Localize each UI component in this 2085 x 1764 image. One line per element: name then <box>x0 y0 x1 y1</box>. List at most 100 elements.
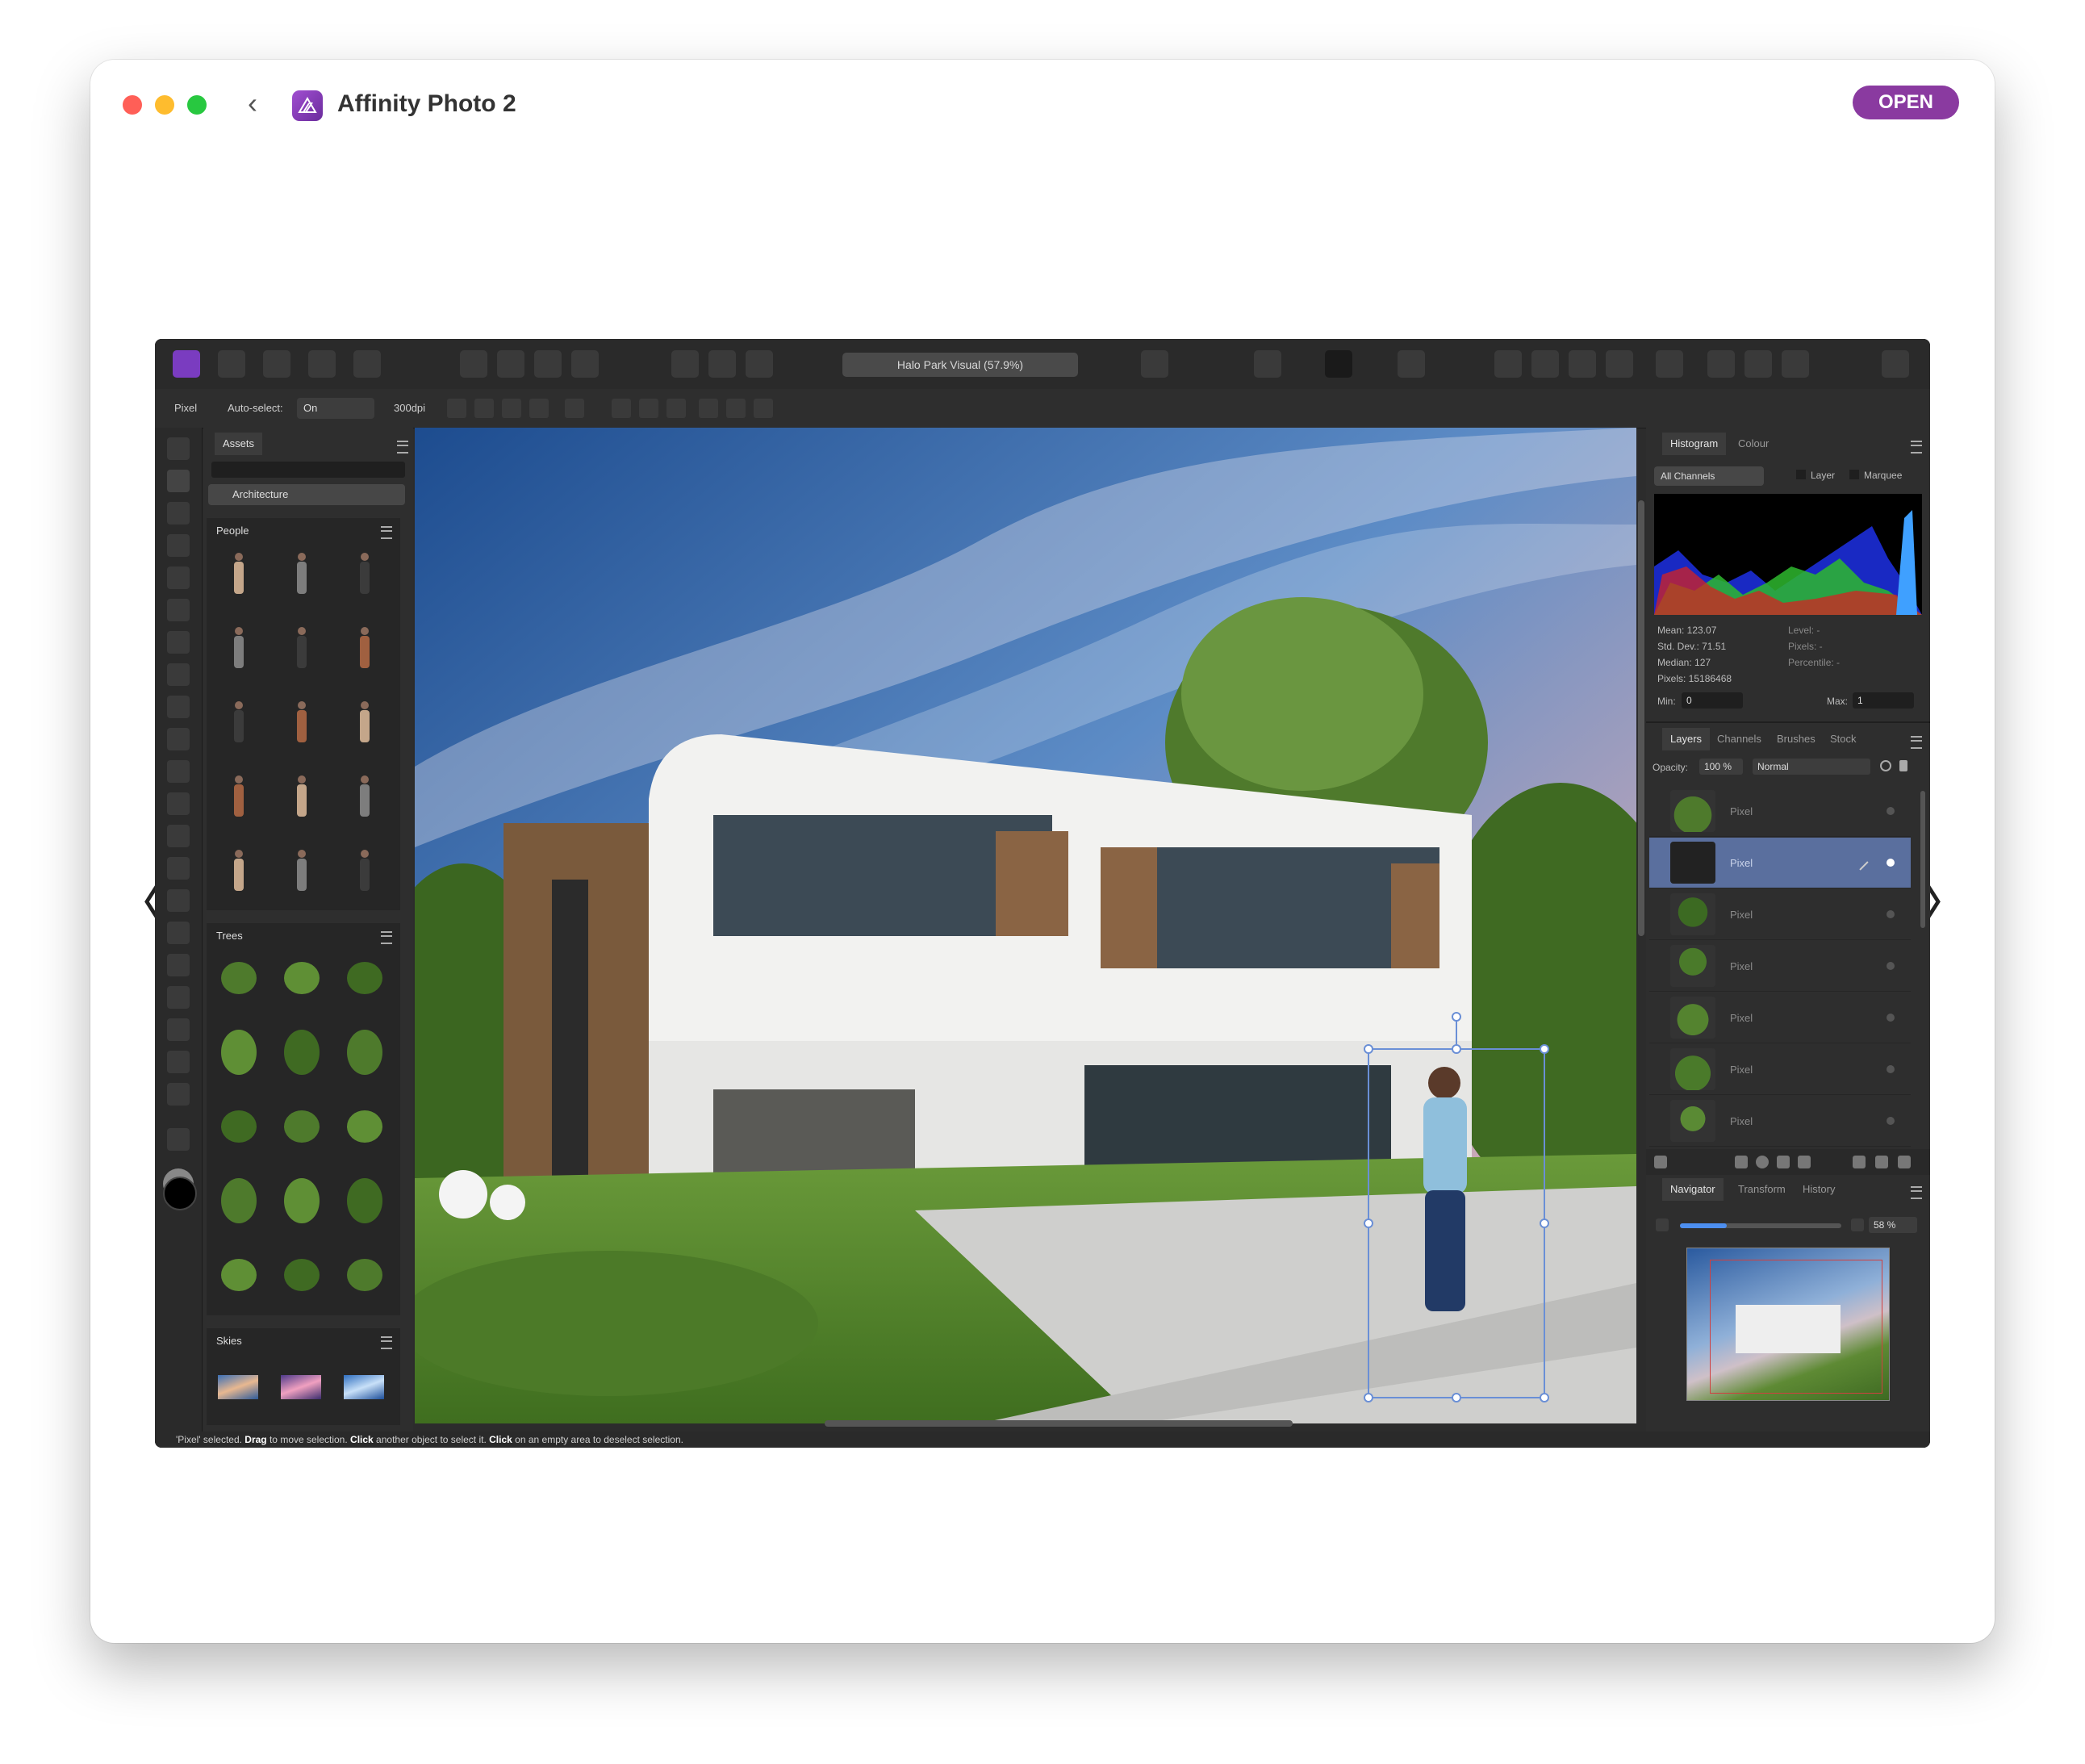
robot-assistant-icon[interactable] <box>1398 350 1425 378</box>
account-icon[interactable] <box>1882 350 1909 378</box>
canvas-vertical-scrollbar[interactable] <box>1638 500 1644 936</box>
arrange-back-icon[interactable] <box>1494 350 1522 378</box>
snap-to-pixel-icon[interactable] <box>565 399 584 418</box>
person-asset-thumbnail[interactable] <box>361 850 369 858</box>
develop-persona-icon[interactable] <box>263 350 290 378</box>
align-bottom-icon[interactable] <box>754 399 773 418</box>
arrange-front-icon[interactable] <box>1606 350 1633 378</box>
layer-settings-gear-icon[interactable] <box>1880 760 1891 771</box>
fx-icon[interactable] <box>1777 1156 1790 1168</box>
person-asset-thumbnail[interactable] <box>297 859 307 891</box>
align-top-icon[interactable] <box>699 399 718 418</box>
layers-menu-icon[interactable] <box>1911 736 1922 749</box>
people-menu-icon[interactable] <box>381 526 392 539</box>
assistant-icon[interactable] <box>1325 350 1352 378</box>
node-tool-icon[interactable] <box>167 986 190 1009</box>
trees-menu-icon[interactable] <box>381 931 392 944</box>
person-asset-thumbnail[interactable] <box>298 775 306 784</box>
document-canvas[interactable] <box>415 428 1636 1423</box>
align-icon[interactable] <box>1656 350 1683 378</box>
canvas-horizontal-scrollbar[interactable] <box>825 1420 1293 1427</box>
layers-scrollbar[interactable] <box>1920 791 1925 928</box>
tree-asset-thumbnail[interactable] <box>221 1178 257 1223</box>
pixel-tool-icon[interactable] <box>167 728 190 750</box>
layer-effects-icon[interactable] <box>1654 1156 1667 1168</box>
layer-visibility-icon[interactable] <box>1887 1117 1895 1125</box>
layer-row[interactable]: Pixel <box>1649 941 1911 992</box>
auto-contrast-icon[interactable] <box>497 350 524 378</box>
assets-search-input[interactable] <box>211 462 405 478</box>
person-asset-thumbnail[interactable] <box>234 859 244 891</box>
close-window-button[interactable] <box>123 95 142 115</box>
text-tool-icon[interactable] <box>167 1051 190 1073</box>
lock-icon[interactable] <box>1899 760 1907 771</box>
tone-mapping-persona-icon[interactable] <box>308 350 336 378</box>
flood-fill-tool-icon[interactable] <box>167 663 190 686</box>
open-button[interactable]: OPEN <box>1853 86 1959 119</box>
layer-visibility-icon[interactable] <box>1887 1065 1895 1073</box>
selection-brush-tool-icon[interactable] <box>167 566 190 589</box>
invert-selection-icon[interactable] <box>746 350 773 378</box>
boolean-add-icon[interactable] <box>1707 350 1735 378</box>
person-asset-thumbnail[interactable] <box>234 710 244 742</box>
sky-thumbnail[interactable] <box>218 1375 258 1399</box>
people-section-header[interactable]: People <box>216 525 249 537</box>
inpainting-tool-icon[interactable] <box>167 922 190 944</box>
colour-replacement-tool-icon[interactable] <box>167 760 190 783</box>
person-asset-thumbnail[interactable] <box>234 636 244 668</box>
layer-row[interactable]: Pixel <box>1649 1096 1911 1147</box>
tree-asset-thumbnail[interactable] <box>347 1110 382 1143</box>
person-asset-thumbnail[interactable] <box>361 627 369 635</box>
layer-row[interactable]: Pixel <box>1649 993 1911 1043</box>
person-asset-thumbnail[interactable] <box>361 701 369 709</box>
tree-asset-thumbnail[interactable] <box>284 1030 320 1075</box>
zoom-out-icon[interactable] <box>1656 1218 1669 1231</box>
mask-layer-icon[interactable] <box>1735 1156 1748 1168</box>
navigator-viewport-frame[interactable] <box>1710 1260 1882 1394</box>
person-asset-thumbnail[interactable] <box>235 775 243 784</box>
export-persona-icon[interactable] <box>353 350 381 378</box>
trash-icon[interactable] <box>1898 1156 1911 1168</box>
tree-asset-thumbnail[interactable] <box>221 1110 257 1143</box>
tree-asset-thumbnail[interactable] <box>221 962 257 994</box>
zoom-slider[interactable] <box>1680 1223 1841 1228</box>
person-asset-thumbnail[interactable] <box>235 701 243 709</box>
person-asset-thumbnail[interactable] <box>297 710 307 742</box>
tree-asset-thumbnail[interactable] <box>347 1178 382 1223</box>
hand-tool-icon[interactable] <box>167 437 190 460</box>
blend-mode-dropdown[interactable]: Normal <box>1753 759 1870 775</box>
photo-persona-icon[interactable] <box>173 350 200 378</box>
tab-stock[interactable]: Stock <box>1822 728 1865 750</box>
channel-dropdown[interactable]: All Channels <box>1654 466 1764 486</box>
tree-asset-thumbnail[interactable] <box>347 962 382 994</box>
erase-brush-tool-icon[interactable] <box>167 792 190 815</box>
mesh-warp-tool-icon[interactable] <box>167 1083 190 1106</box>
person-asset-thumbnail[interactable] <box>235 850 243 858</box>
boolean-subtract-icon[interactable] <box>1744 350 1772 378</box>
tab-colour[interactable]: Colour <box>1730 433 1777 455</box>
tab-channels[interactable]: Channels <box>1709 728 1770 750</box>
navigator-preview[interactable] <box>1686 1248 1890 1401</box>
tab-layers[interactable]: Layers <box>1662 728 1711 750</box>
distribute-icon[interactable] <box>529 399 549 418</box>
person-asset-thumbnail[interactable] <box>235 627 243 635</box>
min-field[interactable]: 0 <box>1682 692 1743 709</box>
person-asset-thumbnail[interactable] <box>234 784 244 817</box>
person-asset-thumbnail[interactable] <box>235 553 243 561</box>
person-asset-thumbnail[interactable] <box>361 775 369 784</box>
person-asset-thumbnail[interactable] <box>298 627 306 635</box>
quick-mask-icon[interactable] <box>1141 350 1168 378</box>
deselect-icon[interactable] <box>708 350 736 378</box>
document-title[interactable]: Halo Park Visual (57.9%) <box>842 353 1078 377</box>
zoom-field[interactable]: 58 % <box>1869 1217 1917 1233</box>
sky-thumbnail[interactable] <box>281 1375 321 1399</box>
move-tool-icon[interactable] <box>167 470 190 492</box>
tab-histogram[interactable]: Histogram <box>1662 433 1727 455</box>
layer-row[interactable]: Pixel <box>1649 786 1911 837</box>
person-asset-thumbnail[interactable] <box>234 562 244 594</box>
zoom-window-button[interactable] <box>187 95 207 115</box>
blur-brush-tool-icon[interactable] <box>167 889 190 912</box>
snapping-icon[interactable] <box>1254 350 1281 378</box>
marquee-tool-icon[interactable] <box>167 631 190 654</box>
adjustment-icon[interactable] <box>1756 1156 1769 1168</box>
